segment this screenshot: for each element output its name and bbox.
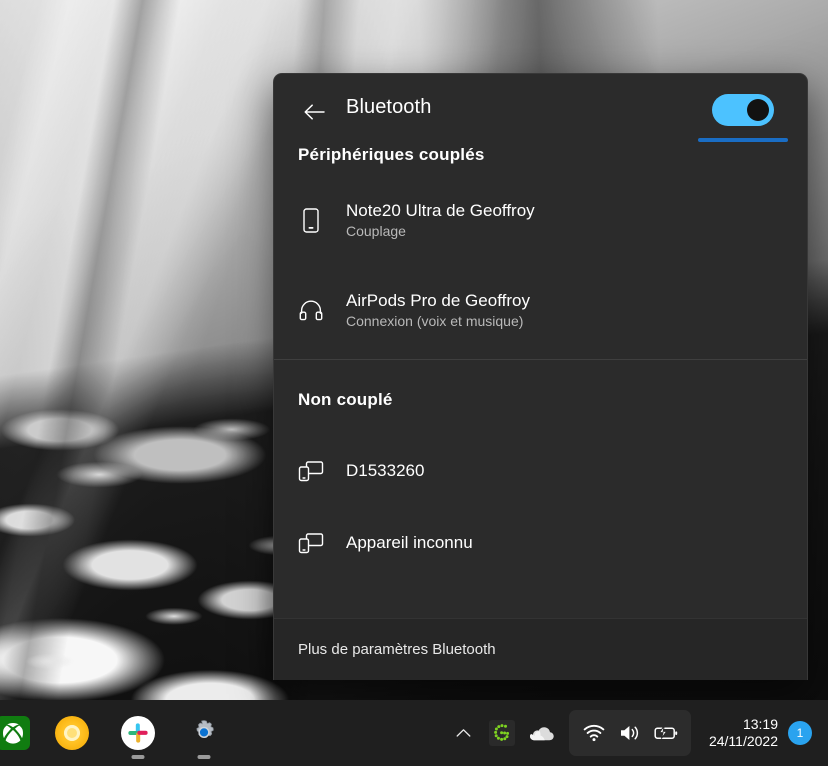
- device-name: D1533260: [346, 461, 425, 481]
- device-status: Couplage: [346, 223, 406, 240]
- volume-tray-icon-btn[interactable]: [613, 714, 647, 752]
- device-texts: Appareil inconnu: [346, 533, 473, 553]
- slack-icon: [121, 716, 155, 750]
- taskbar-apps: [0, 700, 232, 766]
- taskbar-app-chrome-canary[interactable]: [44, 700, 100, 766]
- devices-icon: [298, 529, 324, 557]
- footer-link-label: Plus de paramètres Bluetooth: [298, 641, 496, 658]
- page-title: Bluetooth: [346, 96, 432, 118]
- arrow-left-icon: [304, 104, 325, 120]
- xbox-icon: [0, 716, 30, 750]
- bluetooth-flyout-panel: Bluetooth Périphériques couplés Note20 U…: [273, 73, 808, 680]
- settings-icon: [187, 716, 221, 750]
- notification-badge[interactable]: 1: [788, 721, 812, 745]
- quick-settings-button[interactable]: [568, 710, 691, 756]
- device-status: Connexion (voix et musique): [346, 313, 524, 330]
- devices-icon: [298, 457, 324, 485]
- system-tray: 13:19 24/11/2022 1: [445, 700, 828, 766]
- green-g-icon: [488, 720, 515, 746]
- unpaired-section: Non couplé D1533260 Appareil inconnu: [274, 390, 807, 574]
- device-name: Appareil inconnu: [346, 533, 473, 553]
- tray-overflow-button[interactable]: [445, 710, 483, 756]
- taskbar: 13:19 24/11/2022 1: [0, 700, 828, 766]
- tray-item-onedrive[interactable]: [521, 710, 563, 756]
- wifi-tray-icon-btn[interactable]: [577, 714, 611, 752]
- device-row-airpods[interactable]: AirPods Pro de Geoffroy Connexion (voix …: [274, 279, 807, 341]
- bluetooth-toggle-wrap: [698, 94, 788, 142]
- more-bluetooth-settings-link[interactable]: Plus de paramètres Bluetooth: [274, 618, 807, 680]
- onedrive-cloud-icon: [529, 727, 554, 741]
- section-heading-unpaired: Non couplé: [298, 390, 393, 409]
- canary-ring: [64, 725, 80, 741]
- device-name: Note20 Ultra de Geoffroy: [346, 200, 535, 220]
- taskbar-app-slack[interactable]: [110, 700, 166, 766]
- clock-time: 13:19: [742, 715, 778, 732]
- toggle-focus-underline: [698, 138, 788, 142]
- device-name: AirPods Pro de Geoffroy: [346, 290, 530, 310]
- app-running-indicator: [197, 755, 211, 759]
- back-button[interactable]: [296, 94, 332, 130]
- screen: Bluetooth Périphériques couplés Note20 U…: [0, 0, 828, 766]
- toggle-knob: [747, 99, 769, 121]
- app-running-indicator: [131, 755, 145, 759]
- flyout-header: Bluetooth: [274, 74, 807, 149]
- phone-icon: [298, 206, 324, 234]
- device-texts: Note20 Ultra de Geoffroy Couplage: [346, 201, 535, 240]
- wifi-icon: [583, 724, 605, 742]
- taskbar-app-settings[interactable]: [176, 700, 232, 766]
- paired-section: Périphériques couplés Note20 Ultra de Ge…: [274, 145, 807, 341]
- device-row-appareil-inconnu[interactable]: Appareil inconnu: [274, 512, 807, 574]
- canary-icon: [55, 716, 89, 750]
- tray-item-green-g[interactable]: [483, 710, 521, 756]
- device-texts: D1533260: [346, 461, 424, 481]
- clock-date: 24/11/2022: [708, 733, 778, 749]
- battery-charging-icon: [654, 725, 678, 739]
- clock-button[interactable]: 13:19 24/11/2022: [697, 716, 788, 751]
- chevron-up-icon: [457, 729, 471, 737]
- device-row-d1533260[interactable]: D1533260: [274, 440, 807, 502]
- taskbar-app-xbox[interactable]: [0, 700, 36, 766]
- device-texts: AirPods Pro de Geoffroy Connexion (voix …: [346, 291, 530, 330]
- bluetooth-toggle[interactable]: [712, 94, 774, 126]
- device-row-note20[interactable]: Note20 Ultra de Geoffroy Couplage: [274, 189, 807, 251]
- volume-icon: [620, 726, 639, 740]
- headphones-icon: [298, 296, 324, 324]
- battery-tray-icon-btn[interactable]: [649, 714, 683, 752]
